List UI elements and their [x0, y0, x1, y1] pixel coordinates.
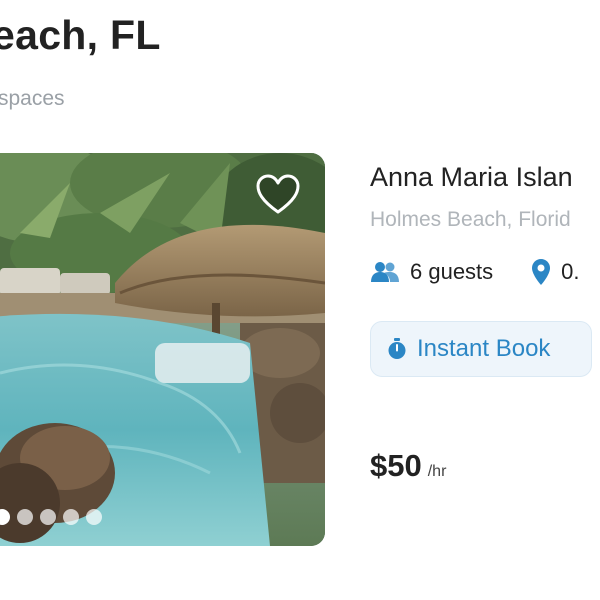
photo-dot[interactable]	[86, 509, 102, 525]
photo-dot[interactable]	[63, 509, 79, 525]
location-pin-icon	[532, 259, 551, 285]
photo-pagination	[0, 509, 102, 525]
page-title: each, FL	[0, 12, 161, 58]
distance-text: 0.	[561, 259, 580, 284]
photo-dot[interactable]	[17, 509, 33, 525]
listing-title[interactable]: Anna Maria Islan	[370, 162, 573, 193]
stopwatch-icon	[388, 338, 406, 359]
listing-price: $50 /hr	[370, 448, 446, 484]
price-unit: /hr	[427, 463, 447, 480]
price-amount: $50	[370, 448, 422, 483]
distance: 0.	[531, 258, 580, 286]
search-results-page: each, FL spaces Anna Maria Islan Holmes …	[0, 0, 600, 600]
listing-location: Holmes Beach, Florid	[370, 208, 571, 231]
people-icon	[371, 262, 399, 282]
guest-count-text: 6 guests	[410, 259, 494, 284]
instant-book-badge[interactable]: Instant Book	[370, 321, 592, 377]
heart-icon[interactable]	[255, 174, 301, 216]
listing-meta: 6 guests 0.	[370, 256, 580, 288]
guest-capacity: 6 guests	[370, 259, 493, 285]
results-count-label: spaces	[0, 87, 65, 110]
photo-dot[interactable]	[40, 509, 56, 525]
instant-book-label: Instant Book	[417, 335, 551, 362]
photo-dot[interactable]	[0, 509, 10, 525]
